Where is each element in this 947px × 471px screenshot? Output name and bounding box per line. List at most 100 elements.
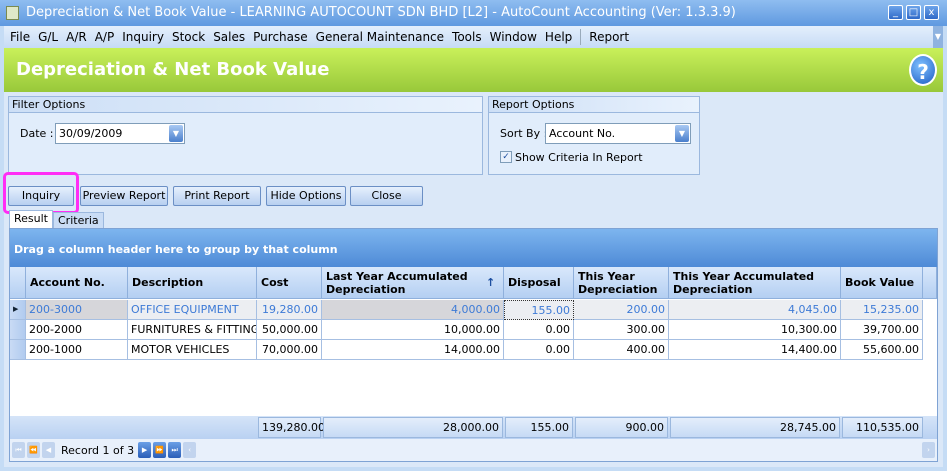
date-label: Date : [20, 127, 54, 140]
row-indicator[interactable]: ▶ [10, 300, 26, 320]
total-this-year-acc-dep: 28,745.00 [670, 417, 840, 438]
total-last-year-acc-dep: 28,000.00 [323, 417, 503, 438]
column-header-book-value[interactable]: Book Value [841, 267, 923, 299]
total-cost: 139,280.00 [258, 417, 325, 438]
menu-general-maintenance[interactable]: General Maintenance [316, 30, 444, 44]
cell-book-value[interactable]: 55,600.00 [841, 340, 923, 360]
header-filler [923, 267, 937, 299]
cell-description[interactable]: MOTOR VEHICLES [128, 340, 257, 360]
chevron-down-icon[interactable]: ▼ [169, 125, 183, 142]
print-report-button[interactable]: Print Report [173, 186, 261, 206]
highlight-box [3, 172, 79, 214]
previous-record-button[interactable]: ◀ [42, 442, 55, 458]
menu-bar: File G/L A/R A/P Inquiry Stock Sales Pur… [4, 26, 943, 48]
column-header-account-no[interactable]: Account No. [26, 267, 128, 299]
menu-ar[interactable]: A/R [66, 30, 87, 44]
filter-options-title: Filter Options [9, 97, 482, 113]
record-navigator: ⏮ ⏪ ◀ Record 1 of 3 ▶ ⏩ ⏭ ‹ › [10, 439, 937, 461]
maximize-button[interactable]: □ [906, 5, 921, 20]
total-disposal: 155.00 [505, 417, 573, 438]
column-header-this-year-acc-dep[interactable]: This Year Accumulated Depreciation [669, 267, 841, 299]
cell-last-year-acc-dep[interactable]: 14,000.00 [322, 340, 504, 360]
menu-window[interactable]: Window [490, 30, 537, 44]
column-header-this-year-dep[interactable]: This Year Depreciation [574, 267, 669, 299]
first-record-button[interactable]: ⏮ [12, 442, 25, 458]
chevron-down-icon[interactable]: ▼ [933, 26, 943, 48]
column-header-cost[interactable]: Cost [257, 267, 322, 299]
scroll-left-button[interactable]: ‹ [183, 442, 197, 458]
tab-result[interactable]: Result [9, 210, 53, 228]
total-this-year-dep: 900.00 [575, 417, 668, 438]
cell-this-year-dep[interactable]: 300.00 [574, 320, 669, 340]
column-header-description[interactable]: Description [128, 267, 257, 299]
menu-stock[interactable]: Stock [172, 30, 205, 44]
scroll-right-button[interactable]: › [922, 442, 935, 458]
cell-disposal[interactable]: 155.00 [504, 300, 574, 320]
column-header-label: Last Year Accumulated Depreciation [326, 269, 468, 296]
total-book-value: 110,535.00 [842, 417, 923, 438]
cell-this-year-acc-dep[interactable]: 4,045.00 [669, 300, 841, 320]
date-field[interactable]: 30/09/2009 ▼ [55, 123, 185, 144]
cell-book-value[interactable]: 15,235.00 [841, 300, 923, 320]
cell-this-year-dep[interactable]: 200.00 [574, 300, 669, 320]
cell-account-no[interactable]: 200-2000 [26, 320, 128, 340]
next-page-button[interactable]: ⏩ [153, 442, 167, 458]
menu-purchase[interactable]: Purchase [253, 30, 308, 44]
sort-by-select[interactable]: Account No. ▼ [545, 123, 691, 144]
cell-disposal[interactable]: 0.00 [504, 320, 574, 340]
menu-help[interactable]: Help [545, 30, 572, 44]
menu-sales[interactable]: Sales [213, 30, 245, 44]
cell-account-no[interactable]: 200-3000 [26, 300, 128, 320]
row-indicator[interactable] [10, 340, 26, 360]
last-record-button[interactable]: ⏭ [168, 442, 182, 458]
sort-by-label: Sort By : [500, 127, 548, 140]
close-window-button[interactable]: x [924, 5, 939, 20]
column-header-disposal[interactable]: Disposal [504, 267, 574, 299]
next-record-button[interactable]: ▶ [138, 442, 152, 458]
title-bar: Depreciation & Net Book Value - LEARNING… [0, 0, 947, 26]
app-icon [6, 6, 19, 20]
minimize-button[interactable]: _ [888, 5, 903, 20]
menu-tools[interactable]: Tools [452, 30, 482, 44]
cell-cost[interactable]: 19,280.00 [257, 300, 322, 320]
cell-cost[interactable]: 70,000.00 [257, 340, 322, 360]
horizontal-scrollbar[interactable] [198, 442, 922, 458]
sort-ascending-icon: ↑ [486, 276, 496, 289]
tab-criteria[interactable]: Criteria [53, 212, 104, 228]
show-criteria-checkbox[interactable]: ✓ [500, 151, 512, 163]
cell-last-year-acc-dep[interactable]: 10,000.00 [322, 320, 504, 340]
menu-report[interactable]: Report [589, 30, 629, 44]
cell-this-year-acc-dep[interactable]: 14,400.00 [669, 340, 841, 360]
help-icon[interactable]: ? [909, 54, 937, 86]
page-title: Depreciation & Net Book Value [16, 59, 330, 80]
date-value: 30/09/2009 [59, 127, 123, 140]
previous-page-button[interactable]: ⏪ [27, 442, 40, 458]
group-by-panel[interactable]: Drag a column header here to group by th… [10, 229, 937, 267]
sort-by-value: Account No. [549, 127, 616, 140]
cell-last-year-acc-dep[interactable]: 4,000.00 [322, 300, 504, 320]
menu-separator [580, 29, 582, 45]
preview-report-button[interactable]: Preview Report [80, 186, 168, 206]
show-criteria-label: Show Criteria In Report [515, 151, 643, 164]
menu-gl[interactable]: G/L [38, 30, 58, 44]
cell-description[interactable]: FURNITURES & FITTINGS [128, 320, 257, 340]
chevron-down-icon[interactable]: ▼ [675, 125, 689, 142]
row-indicator-header [10, 267, 26, 299]
menu-ap[interactable]: A/P [95, 30, 115, 44]
hide-options-button[interactable]: Hide Options [266, 186, 346, 206]
cell-disposal[interactable]: 0.00 [504, 340, 574, 360]
cell-account-no[interactable]: 200-1000 [26, 340, 128, 360]
column-header-last-year-acc-dep[interactable]: Last Year Accumulated Depreciation ↑ [322, 267, 504, 299]
cell-this-year-dep[interactable]: 400.00 [574, 340, 669, 360]
menu-file[interactable]: File [10, 30, 30, 44]
window-title: Depreciation & Net Book Value - LEARNING… [26, 5, 736, 20]
cell-this-year-acc-dep[interactable]: 10,300.00 [669, 320, 841, 340]
row-indicator[interactable] [10, 320, 26, 340]
cell-description[interactable]: OFFICE EQUIPMENT [128, 300, 257, 320]
cell-book-value[interactable]: 39,700.00 [841, 320, 923, 340]
results-grid: Drag a column header here to group by th… [9, 228, 938, 462]
page-header: Depreciation & Net Book Value [4, 48, 943, 92]
cell-cost[interactable]: 50,000.00 [257, 320, 322, 340]
menu-inquiry[interactable]: Inquiry [122, 30, 164, 44]
close-button[interactable]: Close [350, 186, 423, 206]
